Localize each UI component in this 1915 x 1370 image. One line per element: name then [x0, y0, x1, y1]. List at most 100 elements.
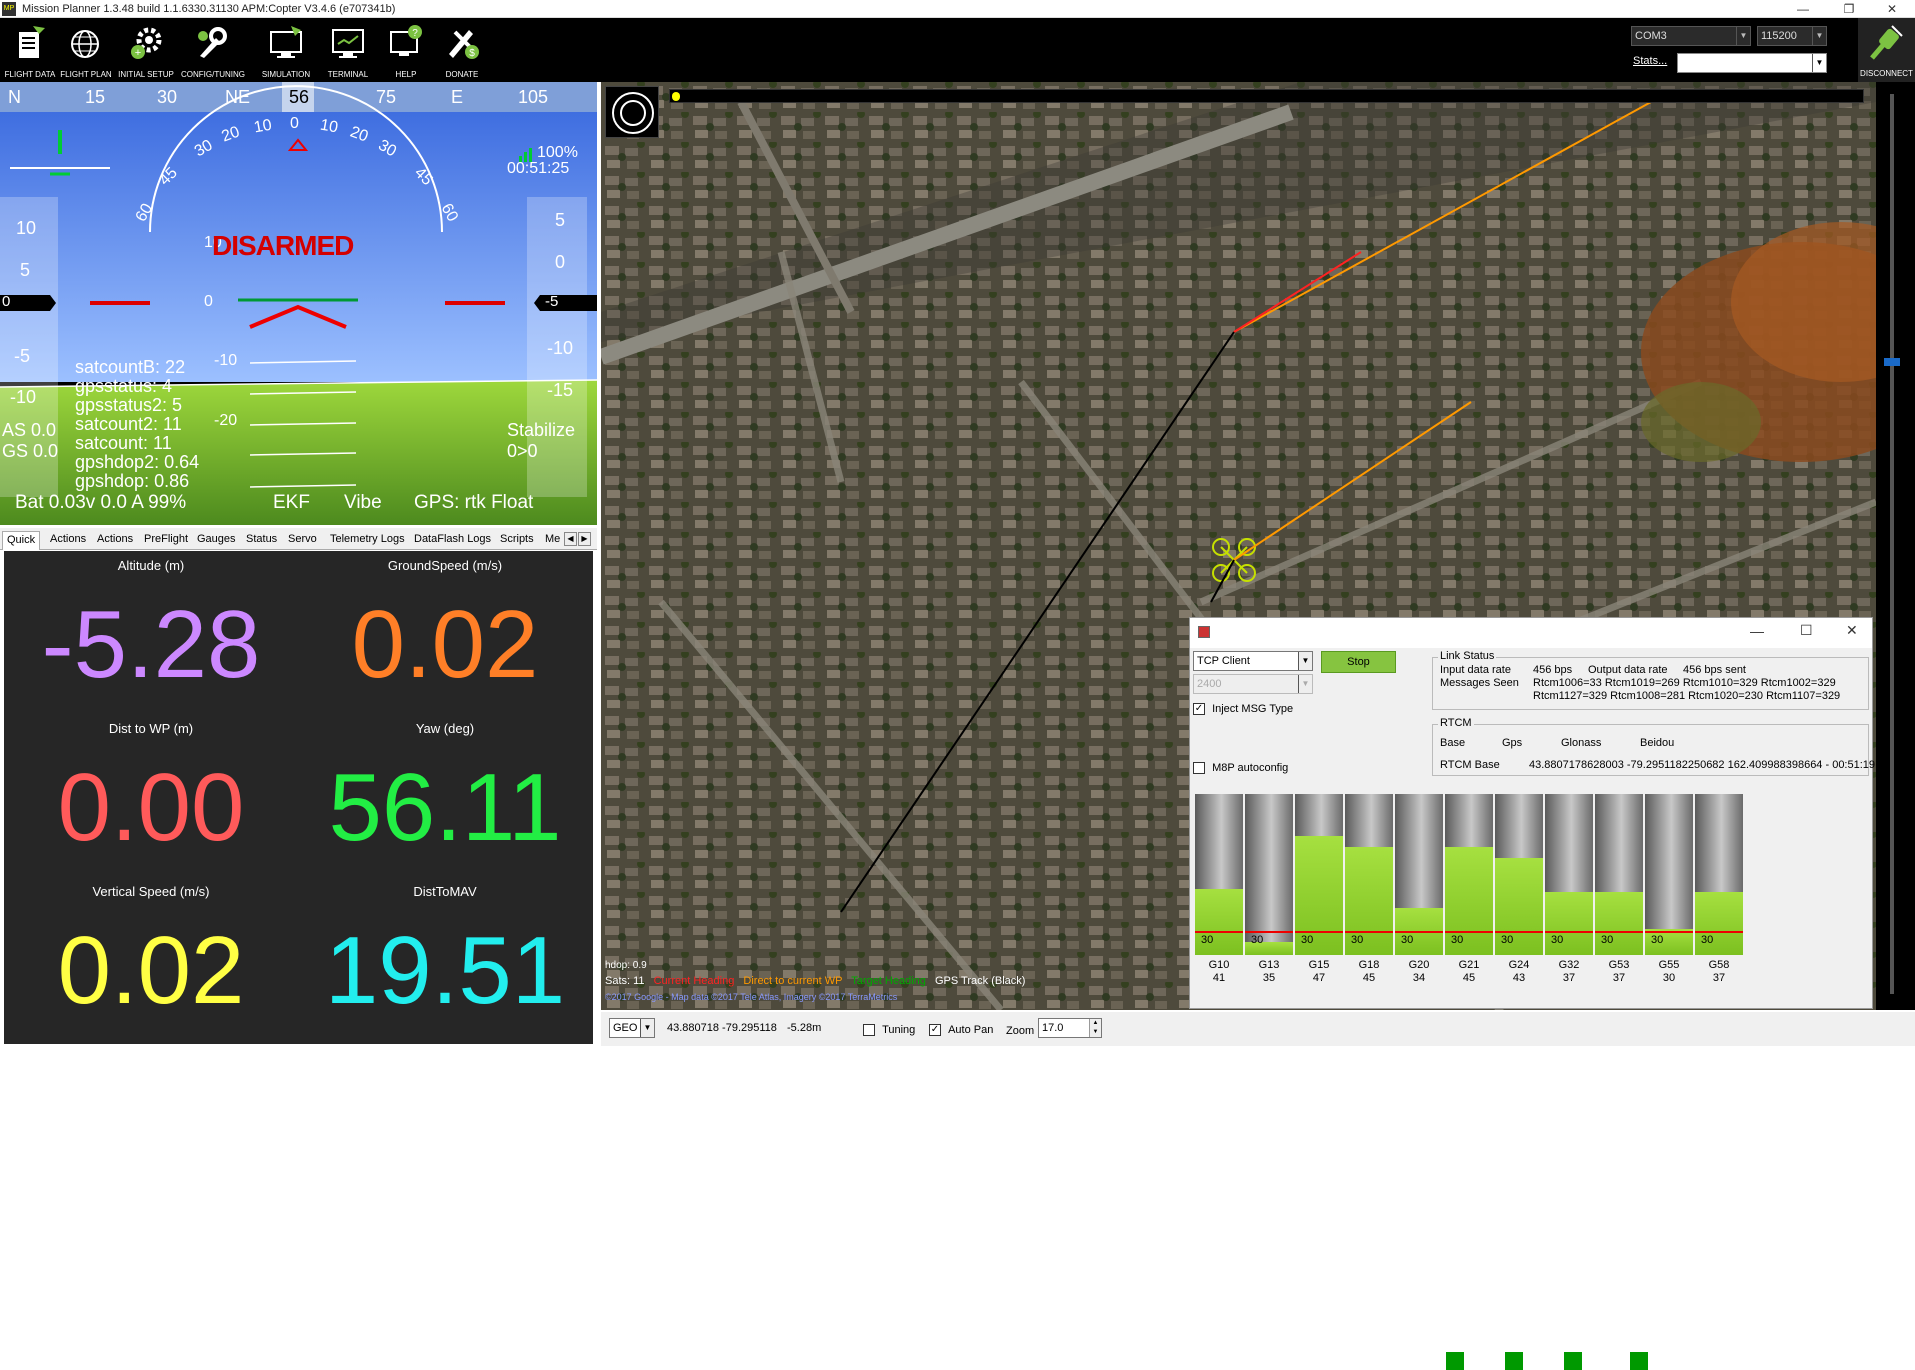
alt-tick: -10	[547, 338, 574, 358]
flight-time: 00:51:25	[507, 160, 570, 177]
stats-link[interactable]: Stats...	[1633, 55, 1667, 67]
tab-messages[interactable]: Me	[541, 531, 561, 550]
close-button[interactable]: ✕	[1869, 0, 1915, 18]
satellite-bar: 30	[1595, 794, 1643, 955]
minimize-button[interactable]: —	[1780, 0, 1826, 18]
roll-mark: 10	[252, 116, 274, 137]
satellite-bar: 30	[1545, 794, 1593, 955]
tab-servo[interactable]: Servo	[284, 531, 321, 550]
stats-select[interactable]: ▼	[1677, 53, 1827, 73]
messages-seen-line1: Rtcm1006=33 Rtcm1019=269 Rtcm1010=329 Rt…	[1533, 677, 1836, 689]
terminal-button[interactable]: TERMINAL	[318, 20, 378, 80]
link-status-group: Link Status Input data rate 456 bps Outp…	[1432, 650, 1869, 710]
config-tuning-button[interactable]: CONFIG/TUNING	[181, 20, 245, 80]
coord-type-select[interactable]: GEO ▼	[609, 1018, 655, 1038]
speed-tick: -10	[10, 387, 37, 407]
simulation-button[interactable]: SIMULATION	[256, 20, 316, 80]
baud-select[interactable]: 115200 ▼	[1757, 26, 1827, 46]
hud-message: satcount2: 11	[75, 414, 182, 434]
vibe-status[interactable]: Vibe	[344, 492, 382, 514]
map-zoom-rail	[1876, 82, 1915, 1010]
quick-value-dist-to-mav[interactable]: 19.51	[298, 921, 592, 1021]
toolbar-label: FLIGHT PLAN	[60, 70, 112, 79]
tab-actions[interactable]: Actions	[46, 531, 90, 550]
toolbar-label: INITIAL SETUP	[118, 70, 174, 79]
map-legend: Sats: 11 Current Heading Direct to curre…	[605, 975, 1025, 987]
threshold-label: 30	[1601, 934, 1614, 946]
quick-value-vertical-speed[interactable]: 0.02	[4, 921, 298, 1021]
satellite-snr-label: 37	[1712, 972, 1726, 984]
threshold-label: 30	[1301, 934, 1314, 946]
pitch-mark: -20	[214, 412, 238, 429]
tab-quick[interactable]: Quick	[2, 531, 41, 550]
chevron-down-icon: ▼	[1298, 675, 1312, 693]
zoom-input[interactable]: 17.0 ▲ ▼	[1038, 1018, 1102, 1038]
stop-button[interactable]: Stop	[1321, 651, 1396, 673]
satellite-bar: 30	[1395, 794, 1443, 955]
progress-knob-icon[interactable]	[672, 92, 680, 101]
tab-actions-2[interactable]: Actions	[93, 531, 137, 550]
inject-msg-type-checkbox[interactable]: ✓	[1193, 703, 1205, 716]
tab-telemetry-logs[interactable]: Telemetry Logs	[326, 531, 409, 550]
maximize-button[interactable]: ❐	[1826, 0, 1872, 18]
roll-mark: 0	[290, 115, 299, 132]
tab-preflight[interactable]: PreFlight	[140, 531, 192, 550]
svg-text:+: +	[135, 47, 141, 59]
heading-tick: 15	[85, 87, 106, 107]
hud-message: gpshdop2: 0.64	[75, 452, 200, 472]
m8p-autoconfig-label: M8P autoconfig	[1212, 762, 1289, 774]
quick-value-groundspeed[interactable]: 0.02	[298, 595, 592, 695]
threshold-line	[1445, 931, 1493, 933]
port-select[interactable]: COM3 ▼	[1631, 26, 1751, 46]
donate-button[interactable]: $ DONATE	[432, 20, 492, 80]
tab-scroll-left-icon[interactable]: ◀	[564, 532, 577, 546]
initial-setup-button[interactable]: + INITIAL SETUP	[116, 20, 176, 80]
quick-value-yaw[interactable]: 56.11	[298, 758, 592, 858]
rtk-inject-window: — ☐ ✕ TCP Client ▼ 2400 ▼ Stop ✓ Inject …	[1189, 617, 1875, 1370]
spinner-icon[interactable]: ▲ ▼	[1089, 1019, 1101, 1037]
svg-text:?: ?	[412, 28, 418, 39]
tab-status[interactable]: Status	[242, 531, 281, 550]
gps-status: GPS: rtk Float	[414, 492, 534, 513]
threshold-line	[1495, 931, 1543, 933]
app-logo-icon	[1198, 626, 1210, 638]
threshold-label: 30	[1551, 934, 1564, 946]
tab-gauges[interactable]: Gauges	[193, 531, 240, 550]
autopan-row: ✓ Auto Pan	[929, 1024, 993, 1037]
initial-setup-icon: +	[131, 27, 162, 59]
quick-label-yaw: Yaw (deg)	[415, 721, 475, 736]
connection-type-select[interactable]: TCP Client ▼	[1193, 651, 1313, 671]
alt-tick: -15	[547, 380, 574, 400]
tuning-checkbox[interactable]	[863, 1024, 875, 1037]
minimize-icon[interactable]: —	[1750, 623, 1764, 639]
tab-dataflash-logs[interactable]: DataFlash Logs	[410, 531, 495, 550]
legend-target-heading: Target Heading	[851, 975, 926, 987]
threshold-line	[1595, 931, 1643, 933]
flight-data-button[interactable]: FLIGHT DATA	[0, 20, 60, 80]
close-icon[interactable]: ✕	[1846, 622, 1858, 639]
quick-value-altitude[interactable]: -5.28	[4, 595, 298, 695]
help-button[interactable]: ? HELP	[376, 20, 436, 80]
zoom-slider-thumb[interactable]	[1884, 358, 1900, 366]
satellite-bar: 30	[1195, 794, 1243, 955]
maximize-icon[interactable]: ☐	[1800, 622, 1813, 639]
airspeed: AS 0.0	[2, 420, 57, 440]
threshold-label: 30	[1201, 934, 1214, 946]
tab-scroll-right-icon[interactable]: ▶	[578, 532, 591, 546]
m8p-autoconfig-checkbox[interactable]	[1193, 762, 1205, 775]
flight-plan-button[interactable]: FLIGHT PLAN	[56, 20, 116, 80]
legend-direct-wp: Direct to current WP	[743, 975, 843, 987]
input-rate-label: Input data rate	[1440, 664, 1511, 676]
map-sats: Sats: 11	[605, 975, 645, 987]
map-copyright: ©2017 Google - Map data ©2017 Tele Atlas…	[605, 992, 898, 1002]
disconnect-button[interactable]: DISCONNECT	[1858, 18, 1915, 82]
threshold-label: 30	[1401, 934, 1414, 946]
autopan-checkbox[interactable]: ✓	[929, 1024, 941, 1037]
hud-message: gpshdop: 0.86	[75, 471, 190, 491]
heading-tick: NE	[225, 87, 251, 107]
threshold-line	[1245, 931, 1293, 933]
map-zoom-control[interactable]	[605, 86, 659, 138]
ekf-status[interactable]: EKF	[273, 492, 310, 514]
quick-value-dist-to-wp[interactable]: 0.00	[4, 758, 298, 858]
tab-scripts[interactable]: Scripts	[496, 531, 538, 550]
